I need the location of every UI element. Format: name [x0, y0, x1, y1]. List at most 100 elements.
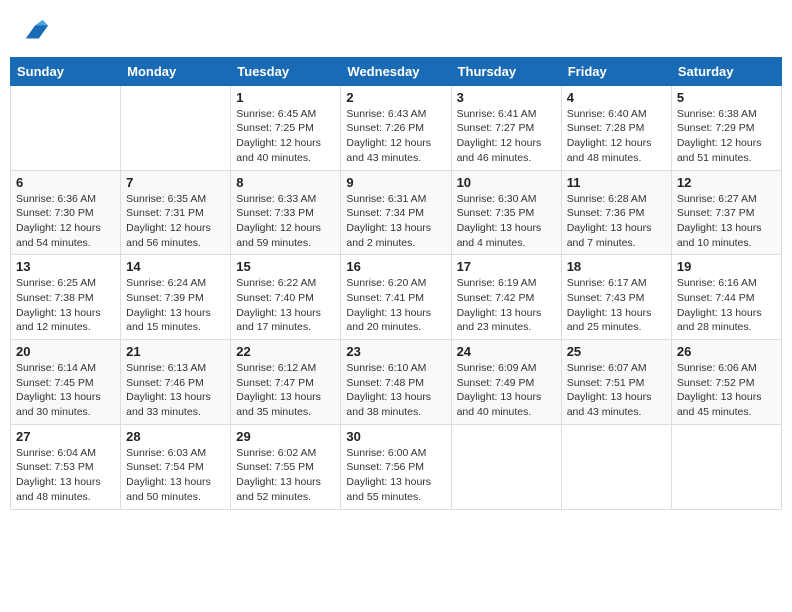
day-info: Sunrise: 6:31 AM Sunset: 7:34 PM Dayligh… — [346, 192, 445, 251]
day-number: 2 — [346, 90, 445, 105]
day-info: Sunrise: 6:00 AM Sunset: 7:56 PM Dayligh… — [346, 446, 445, 505]
day-number: 6 — [16, 175, 115, 190]
calendar-cell: 17 Sunrise: 6:19 AM Sunset: 7:42 PM Dayli… — [451, 255, 561, 340]
calendar-cell: 1 Sunrise: 6:45 AM Sunset: 7:25 PM Daylig… — [231, 85, 341, 170]
day-number: 12 — [677, 175, 776, 190]
calendar-cell: 3 Sunrise: 6:41 AM Sunset: 7:27 PM Daylig… — [451, 85, 561, 170]
logo-icon — [22, 18, 50, 46]
calendar-cell: 9Sunrise: 6:31 AM Sunset: 7:34 PM Daylig… — [341, 170, 451, 255]
calendar-cell: 23 Sunrise: 6:10 AM Sunset: 7:48 PM Dayli… — [341, 340, 451, 425]
weekday-header-friday: Friday — [561, 57, 671, 85]
day-info: Sunrise: 6:17 AM Sunset: 7:43 PM Dayligh… — [567, 276, 666, 335]
calendar-cell: 2Sunrise: 6:43 AM Sunset: 7:26 PM Daylig… — [341, 85, 451, 170]
calendar-cell — [561, 424, 671, 509]
weekday-header-row: SundayMondayTuesdayWednesdayThursdayFrid… — [11, 57, 782, 85]
calendar-cell: 13Sunrise: 6:25 AM Sunset: 7:38 PM Dayli… — [11, 255, 121, 340]
day-info: Sunrise: 6:14 AM Sunset: 7:45 PM Dayligh… — [16, 361, 115, 420]
calendar-week-3: 13Sunrise: 6:25 AM Sunset: 7:38 PM Dayli… — [11, 255, 782, 340]
day-number: 27 — [16, 429, 115, 444]
day-number: 20 — [16, 344, 115, 359]
calendar-body: 1 Sunrise: 6:45 AM Sunset: 7:25 PM Daylig… — [11, 85, 782, 509]
calendar-cell — [121, 85, 231, 170]
calendar-cell: 30 Sunrise: 6:00 AM Sunset: 7:56 PM Dayli… — [341, 424, 451, 509]
calendar-cell: 29 Sunrise: 6:02 AM Sunset: 7:55 PM Dayli… — [231, 424, 341, 509]
day-info: Sunrise: 6:25 AM Sunset: 7:38 PM Dayligh… — [16, 276, 115, 335]
weekday-header-monday: Monday — [121, 57, 231, 85]
day-number: 21 — [126, 344, 225, 359]
day-number: 1 — [236, 90, 335, 105]
day-info: Sunrise: 6:13 AM Sunset: 7:46 PM Dayligh… — [126, 361, 225, 420]
day-info: Sunrise: 6:36 AM Sunset: 7:30 PM Dayligh… — [16, 192, 115, 251]
day-number: 23 — [346, 344, 445, 359]
day-info: Sunrise: 6:19 AM Sunset: 7:42 PM Dayligh… — [457, 276, 556, 335]
day-info: Sunrise: 6:09 AM Sunset: 7:49 PM Dayligh… — [457, 361, 556, 420]
day-info: Sunrise: 6:40 AM Sunset: 7:28 PM Dayligh… — [567, 107, 666, 166]
calendar-week-5: 27 Sunrise: 6:04 AM Sunset: 7:53 PM Dayli… — [11, 424, 782, 509]
weekday-header-wednesday: Wednesday — [341, 57, 451, 85]
day-info: Sunrise: 6:12 AM Sunset: 7:47 PM Dayligh… — [236, 361, 335, 420]
day-info: Sunrise: 6:30 AM Sunset: 7:35 PM Dayligh… — [457, 192, 556, 251]
weekday-header-saturday: Saturday — [671, 57, 781, 85]
day-info: Sunrise: 6:28 AM Sunset: 7:36 PM Dayligh… — [567, 192, 666, 251]
calendar-cell: 28 Sunrise: 6:03 AM Sunset: 7:54 PM Dayli… — [121, 424, 231, 509]
day-number: 8 — [236, 175, 335, 190]
day-info: Sunrise: 6:22 AM Sunset: 7:40 PM Dayligh… — [236, 276, 335, 335]
day-number: 3 — [457, 90, 556, 105]
calendar-cell: 16 Sunrise: 6:20 AM Sunset: 7:41 PM Dayli… — [341, 255, 451, 340]
calendar-cell: 19Sunrise: 6:16 AM Sunset: 7:44 PM Dayli… — [671, 255, 781, 340]
day-info: Sunrise: 6:06 AM Sunset: 7:52 PM Dayligh… — [677, 361, 776, 420]
calendar-cell: 15 Sunrise: 6:22 AM Sunset: 7:40 PM Dayli… — [231, 255, 341, 340]
day-info: Sunrise: 6:27 AM Sunset: 7:37 PM Dayligh… — [677, 192, 776, 251]
calendar-table: SundayMondayTuesdayWednesdayThursdayFrid… — [10, 57, 782, 510]
day-number: 26 — [677, 344, 776, 359]
day-info: Sunrise: 6:20 AM Sunset: 7:41 PM Dayligh… — [346, 276, 445, 335]
day-number: 28 — [126, 429, 225, 444]
calendar-week-1: 1 Sunrise: 6:45 AM Sunset: 7:25 PM Daylig… — [11, 85, 782, 170]
day-number: 5 — [677, 90, 776, 105]
calendar-cell: 8 Sunrise: 6:33 AM Sunset: 7:33 PM Daylig… — [231, 170, 341, 255]
calendar-cell: 26 Sunrise: 6:06 AM Sunset: 7:52 PM Dayli… — [671, 340, 781, 425]
weekday-header-tuesday: Tuesday — [231, 57, 341, 85]
day-info: Sunrise: 6:41 AM Sunset: 7:27 PM Dayligh… — [457, 107, 556, 166]
calendar-week-2: 6 Sunrise: 6:36 AM Sunset: 7:30 PM Daylig… — [11, 170, 782, 255]
calendar-cell: 25 Sunrise: 6:07 AM Sunset: 7:51 PM Dayli… — [561, 340, 671, 425]
calendar-cell — [11, 85, 121, 170]
day-info: Sunrise: 6:10 AM Sunset: 7:48 PM Dayligh… — [346, 361, 445, 420]
day-number: 24 — [457, 344, 556, 359]
calendar-cell: 7 Sunrise: 6:35 AM Sunset: 7:31 PM Daylig… — [121, 170, 231, 255]
day-number: 25 — [567, 344, 666, 359]
day-number: 30 — [346, 429, 445, 444]
day-number: 18 — [567, 259, 666, 274]
calendar-cell — [671, 424, 781, 509]
day-info: Sunrise: 6:04 AM Sunset: 7:53 PM Dayligh… — [16, 446, 115, 505]
calendar-cell: 27 Sunrise: 6:04 AM Sunset: 7:53 PM Dayli… — [11, 424, 121, 509]
calendar-cell: 22 Sunrise: 6:12 AM Sunset: 7:47 PM Dayli… — [231, 340, 341, 425]
day-info: Sunrise: 6:45 AM Sunset: 7:25 PM Dayligh… — [236, 107, 335, 166]
calendar-cell: 4Sunrise: 6:40 AM Sunset: 7:28 PM Daylig… — [561, 85, 671, 170]
day-number: 22 — [236, 344, 335, 359]
day-number: 7 — [126, 175, 225, 190]
day-number: 17 — [457, 259, 556, 274]
calendar-cell: 21 Sunrise: 6:13 AM Sunset: 7:46 PM Dayli… — [121, 340, 231, 425]
day-info: Sunrise: 6:16 AM Sunset: 7:44 PM Dayligh… — [677, 276, 776, 335]
calendar-cell: 24 Sunrise: 6:09 AM Sunset: 7:49 PM Dayli… — [451, 340, 561, 425]
calendar-cell: 5 Sunrise: 6:38 AM Sunset: 7:29 PM Daylig… — [671, 85, 781, 170]
day-number: 15 — [236, 259, 335, 274]
day-info: Sunrise: 6:35 AM Sunset: 7:31 PM Dayligh… — [126, 192, 225, 251]
weekday-header-thursday: Thursday — [451, 57, 561, 85]
day-info: Sunrise: 6:02 AM Sunset: 7:55 PM Dayligh… — [236, 446, 335, 505]
day-number: 14 — [126, 259, 225, 274]
day-info: Sunrise: 6:38 AM Sunset: 7:29 PM Dayligh… — [677, 107, 776, 166]
calendar-cell: 20 Sunrise: 6:14 AM Sunset: 7:45 PM Dayli… — [11, 340, 121, 425]
day-number: 29 — [236, 429, 335, 444]
day-info: Sunrise: 6:33 AM Sunset: 7:33 PM Dayligh… — [236, 192, 335, 251]
day-info: Sunrise: 6:24 AM Sunset: 7:39 PM Dayligh… — [126, 276, 225, 335]
weekday-header-sunday: Sunday — [11, 57, 121, 85]
day-number: 16 — [346, 259, 445, 274]
calendar-cell: 18 Sunrise: 6:17 AM Sunset: 7:43 PM Dayli… — [561, 255, 671, 340]
day-number: 11 — [567, 175, 666, 190]
calendar-cell: 12 Sunrise: 6:27 AM Sunset: 7:37 PM Dayli… — [671, 170, 781, 255]
page-header — [10, 10, 782, 57]
day-info: Sunrise: 6:03 AM Sunset: 7:54 PM Dayligh… — [126, 446, 225, 505]
day-info: Sunrise: 6:07 AM Sunset: 7:51 PM Dayligh… — [567, 361, 666, 420]
